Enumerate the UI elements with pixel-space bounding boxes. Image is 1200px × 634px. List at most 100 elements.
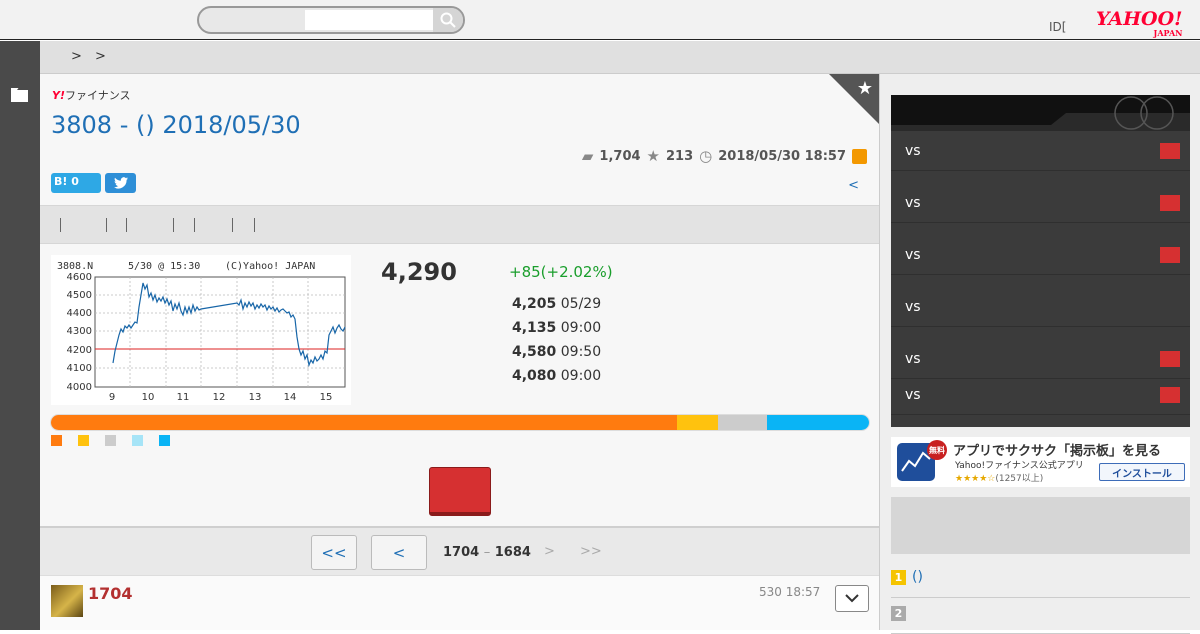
rank-number: 2 (891, 606, 906, 621)
free-badge: 無料 (927, 440, 947, 460)
game-status-badge (1160, 143, 1180, 159)
twitter-button[interactable] (105, 173, 136, 193)
app-rating: ★★★★☆(1257以上) (955, 471, 1043, 484)
finance-brand[interactable]: Y!ファイナンス (52, 87, 131, 103)
chart-ticker: 3808.N (57, 261, 93, 272)
vs-label: vs (905, 143, 921, 159)
app-promo-title: アプリでサクサク「掲示板」を見る (953, 444, 1162, 459)
ranking-item[interactable]: 2 (891, 598, 1190, 634)
baseball-icon (891, 96, 1190, 131)
intraday-chart[interactable]: 3808.N 5/30 @ 15:30 (C)Yahoo! JAPAN 4600… (51, 255, 351, 405)
tab-divider (232, 218, 233, 232)
comment-menu-button[interactable] (835, 585, 869, 612)
legend-swatch (78, 435, 89, 446)
x-tick-label: 14 (284, 392, 297, 403)
ranking-item[interactable]: 1 () (891, 562, 1190, 598)
sentiment-segment (676, 415, 718, 430)
ad-placeholder (891, 497, 1190, 554)
price-detail-row: 4,080 09:00 (512, 368, 601, 384)
x-tick-label: 13 (249, 392, 262, 403)
thread-meta: ▰ 1,704 ★ 213 ◷ 2018/05/30 18:57 (582, 147, 867, 165)
tab-divider (254, 218, 255, 232)
top-bar: ID[ YAHOO! JAPAN (0, 0, 1200, 40)
detail-value: 4,135 (512, 320, 557, 336)
game-status-badge (1160, 195, 1180, 211)
y-tick-label: 4200 (67, 345, 92, 356)
search-button[interactable] (433, 8, 463, 32)
vs-label: vs (905, 351, 921, 367)
game-row[interactable]: vs (891, 339, 1190, 379)
scoreboard-header (891, 95, 1190, 131)
rating-count: (1257以上) (995, 474, 1044, 484)
range-end: 1684 (494, 545, 531, 560)
logo-main: YAHOO! (1096, 8, 1183, 30)
detail-value: 4,205 (512, 296, 557, 312)
y-tick-label: 4100 (67, 363, 92, 374)
detail-time: 09:50 (560, 344, 602, 360)
chart-plot-frame (94, 276, 346, 388)
legend-swatch (105, 435, 116, 446)
hatena-bookmark-button[interactable]: B! 0 (51, 173, 101, 193)
pagination: << < 1704 – 1684 > >> (40, 526, 879, 576)
star-icon[interactable]: ★ (857, 78, 873, 99)
comment-number[interactable]: 1704 (88, 584, 133, 603)
back-link[interactable]: < (848, 178, 859, 193)
x-tick-label: 9 (109, 392, 115, 403)
y-tick-label: 4400 (67, 308, 92, 319)
folder-icon[interactable] (11, 88, 28, 102)
post-comment-button[interactable] (429, 467, 491, 516)
app-promo-banner[interactable]: 無料 アプリでサクサク「掲示板」を見る Yahoo!ファイナンス公式アプリ ★★… (891, 437, 1190, 487)
game-row[interactable]: vs (891, 287, 1190, 327)
y-tick-label: 4600 (67, 272, 92, 283)
logo-sub: JAPAN (1153, 28, 1183, 38)
left-rail (0, 41, 40, 630)
yahoo-japan-logo[interactable]: YAHOO! JAPAN (1096, 10, 1182, 38)
share-buttons: B! 0 (51, 173, 136, 193)
first-page-button[interactable]: << (311, 535, 357, 570)
comment-count: 1,704 (599, 148, 641, 164)
search-input[interactable] (305, 10, 435, 30)
legend-swatch (51, 435, 62, 446)
legend-swatch (159, 435, 170, 446)
tab-divider (60, 218, 61, 232)
y-tick-label: 4500 (67, 290, 92, 301)
y-tick-label: 4000 (67, 382, 92, 393)
comment-item: 1704 530 18:57 (40, 576, 879, 630)
app-promo-subtitle: Yahoo!ファイナンス公式アプリ (955, 461, 1084, 471)
sports-scoreboard: vs vs vs vs vs vs (891, 95, 1190, 427)
avatar[interactable] (51, 585, 83, 617)
chart-copyright: (C)Yahoo! JAPAN (225, 261, 315, 272)
search-box[interactable] (197, 6, 465, 34)
twitter-icon (113, 177, 128, 189)
breadcrumb-separator: > (95, 49, 106, 64)
tab-divider (126, 218, 127, 232)
next-page-button[interactable]: > (544, 544, 555, 559)
last-page-button[interactable]: >> (580, 544, 602, 559)
prev-page-button[interactable]: < (371, 535, 427, 570)
range-dash: – (483, 545, 491, 560)
sentiment-segment (766, 415, 869, 430)
detail-time: 09:00 (560, 320, 602, 336)
x-tick-label: 15 (320, 392, 333, 403)
login-link[interactable]: ID[ (1049, 20, 1066, 34)
y-tick-label: 4300 (67, 326, 92, 337)
comment-icon: ▰ (581, 147, 594, 165)
rss-icon[interactable] (852, 148, 867, 164)
game-row[interactable]: vs (891, 375, 1190, 415)
game-row[interactable]: vs (891, 131, 1190, 171)
range-start: 1704 (443, 545, 480, 560)
game-row[interactable]: vs (891, 183, 1190, 223)
game-status-badge (1160, 351, 1180, 367)
game-status-badge (1160, 387, 1180, 403)
star-count: 213 (666, 148, 694, 164)
updated-datetime: 2018/05/30 18:57 (718, 148, 846, 164)
game-row[interactable]: vs (891, 235, 1190, 275)
sentiment-segment (51, 415, 677, 430)
detail-time: 05/29 (560, 296, 602, 312)
vs-label: vs (905, 195, 921, 211)
tab-bar (40, 205, 879, 244)
chart-stamp: 5/30 @ 15:30 (128, 261, 200, 272)
install-button[interactable]: インストール (1099, 463, 1185, 481)
tab-divider (173, 218, 174, 232)
vs-label: vs (905, 299, 921, 315)
